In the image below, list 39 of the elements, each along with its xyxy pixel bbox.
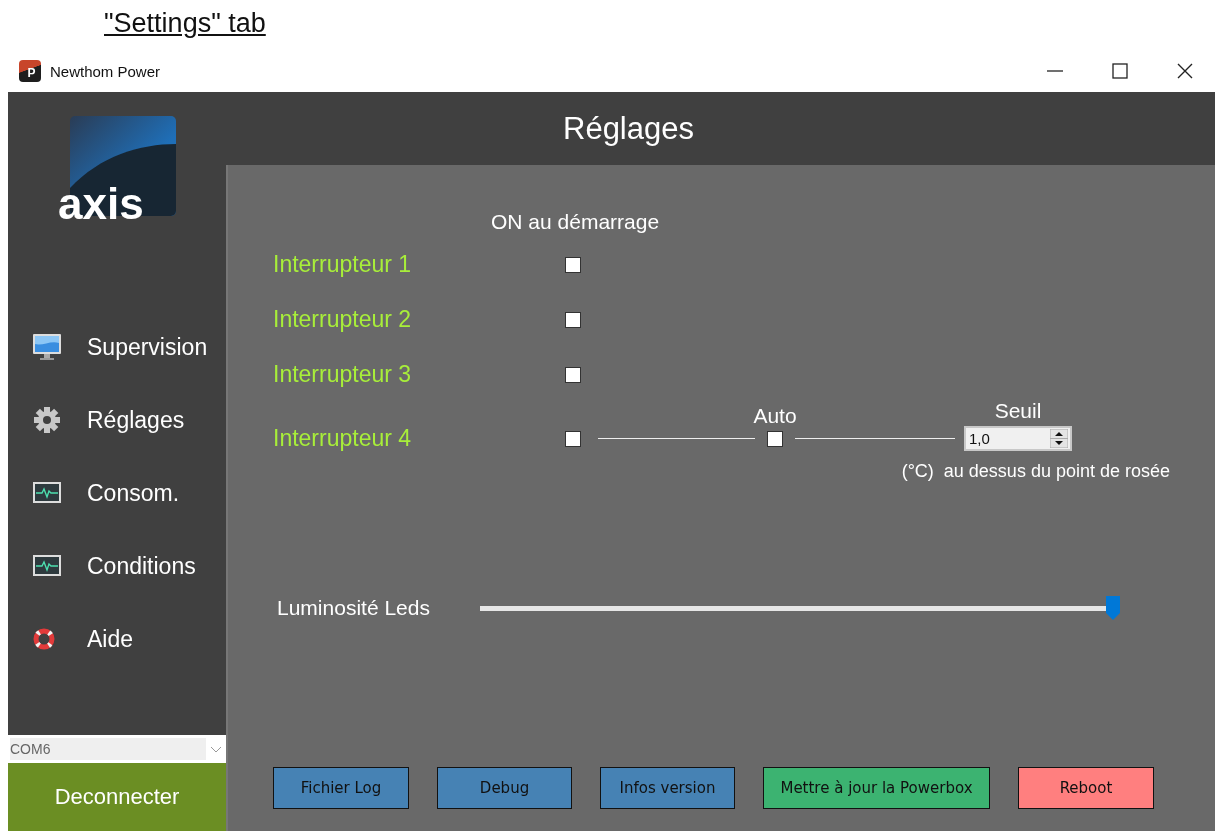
action-button[interactable]: Mettre à jour la Powerbox xyxy=(763,767,990,809)
action-button[interactable]: Debug xyxy=(437,767,572,809)
logo-text: axis xyxy=(58,180,144,228)
nav-item[interactable]: Réglages xyxy=(32,400,226,440)
checkbox[interactable] xyxy=(767,431,783,447)
action-button[interactable]: Infos version xyxy=(600,767,735,809)
threshold-label: Seuil xyxy=(994,402,1042,420)
checkbox[interactable] xyxy=(565,311,581,328)
monitor-icon xyxy=(32,333,62,361)
switch-label: Interrupteur 1 xyxy=(273,252,413,277)
action-button[interactable]: Fichier Log xyxy=(273,767,409,809)
checkbox[interactable] xyxy=(565,256,581,273)
nav-item[interactable]: Consom. xyxy=(32,473,226,513)
port-dropdown[interactable]: COM6 xyxy=(8,735,226,763)
slider-thumb[interactable] xyxy=(1106,596,1120,620)
page-title: Réglages xyxy=(563,110,694,147)
checkbox[interactable] xyxy=(565,366,581,383)
nav-item[interactable]: Conditions xyxy=(32,546,226,586)
switch-label: Interrupteur 4 xyxy=(273,426,413,451)
slider-label: Luminosité Leds xyxy=(277,596,431,620)
chevron-down-icon xyxy=(210,744,222,754)
document-heading: "Settings" tab xyxy=(104,8,266,38)
disconnect-button[interactable]: Deconnecter xyxy=(8,763,226,831)
nav-item[interactable]: Supervision xyxy=(32,327,226,367)
gear-icon xyxy=(32,406,62,434)
column-heading: ON au démarrage xyxy=(491,210,661,234)
spin-arrows-icon xyxy=(1050,429,1068,448)
threshold-spinbox[interactable]: 1,0 xyxy=(964,426,1072,451)
action-button[interactable]: Reboot xyxy=(1018,767,1154,809)
switch-label: Interrupteur 2 xyxy=(273,307,413,332)
window-title: Newthom Power xyxy=(50,62,161,80)
app-icon: P xyxy=(19,60,41,82)
nav-item[interactable]: Aide xyxy=(32,619,226,659)
maximize-icon[interactable] xyxy=(1111,62,1129,80)
switch-label: Interrupteur 3 xyxy=(273,362,413,387)
auto-label: Auto xyxy=(753,407,797,425)
checkbox[interactable] xyxy=(565,431,581,447)
close-icon[interactable] xyxy=(1176,62,1194,80)
threshold-note: (°C) au dessus du point de rosée xyxy=(901,460,1170,482)
